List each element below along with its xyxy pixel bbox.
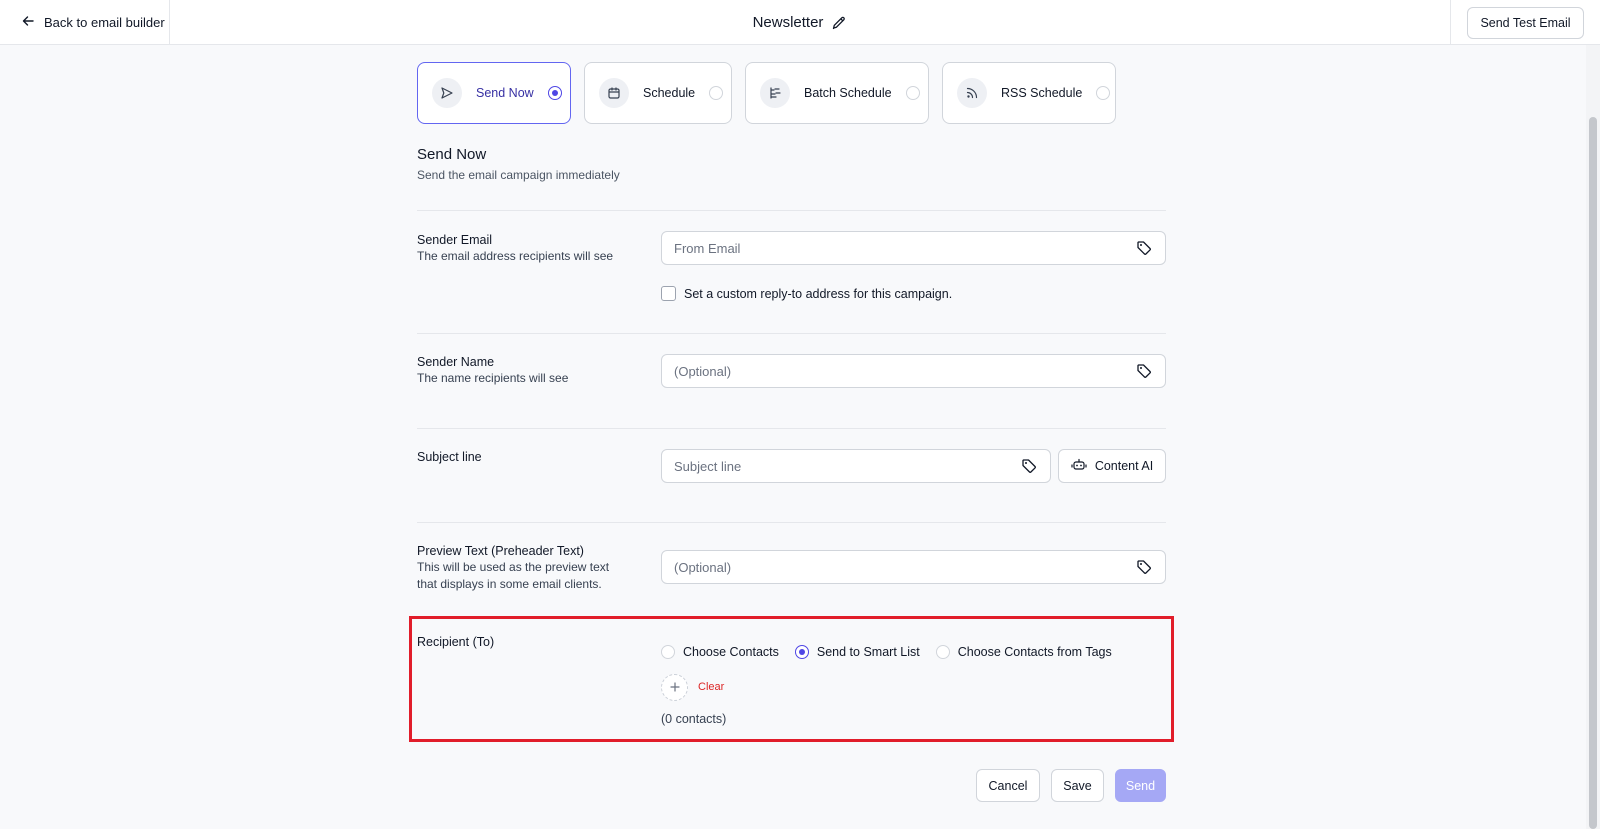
divider	[417, 333, 1166, 334]
plus-icon	[669, 679, 680, 697]
recipient-option-tags[interactable]: Choose Contacts from Tags	[935, 645, 1112, 659]
mode-radio[interactable]	[709, 86, 724, 100]
reply-to-option[interactable]: Set a custom reply-to address for this c…	[661, 286, 952, 301]
recipient-option-choose-contacts[interactable]: Choose Contacts	[661, 645, 779, 659]
divider	[417, 210, 1166, 211]
page-title: Newsletter	[752, 14, 824, 31]
top-bar: Back to email builder Newsletter Send Te…	[0, 0, 1600, 45]
tag-icon[interactable]	[1135, 558, 1153, 576]
preview-text-field[interactable]: (Optional)	[661, 550, 1166, 584]
back-label: Back to email builder	[44, 15, 165, 30]
batch-icon	[760, 78, 790, 108]
preview-text-description: This will be used as the preview text th…	[417, 560, 610, 591]
section-title: Send Now	[417, 146, 487, 163]
pencil-icon[interactable]	[831, 15, 847, 31]
send-button[interactable]: Send	[1115, 769, 1166, 802]
send-test-email-button[interactable]: Send Test Email	[1467, 6, 1584, 39]
tag-icon[interactable]	[1020, 457, 1038, 475]
sender-name-field[interactable]: (Optional)	[661, 354, 1166, 388]
tag-icon[interactable]	[1135, 362, 1153, 380]
save-button[interactable]: Save	[1051, 769, 1104, 802]
divider	[417, 522, 1166, 523]
mode-card-rss-schedule[interactable]: RSS Schedule	[942, 62, 1116, 124]
sender-name-label: Sender Name	[417, 355, 495, 369]
recipient-radio[interactable]	[935, 645, 950, 659]
divider	[417, 428, 1166, 429]
mode-label: Send Now	[476, 86, 534, 100]
mode-label: Schedule	[643, 86, 696, 100]
mode-radio[interactable]	[547, 86, 562, 100]
mode-radio[interactable]	[905, 86, 920, 100]
sender-name-description: The name recipients will see	[417, 371, 569, 385]
calendar-icon	[599, 78, 629, 108]
recipient-option-label: Choose Contacts from Tags	[957, 645, 1112, 659]
clear-link[interactable]: Clear	[698, 681, 724, 693]
mode-card-send-now[interactable]: Send Now	[417, 62, 571, 124]
subject-field[interactable]: Subject line	[661, 449, 1051, 483]
send-icon	[432, 78, 462, 108]
back-to-builder-button[interactable]: Back to email builder	[0, 0, 170, 45]
recipient-option-smart-list[interactable]: Send to Smart List	[794, 645, 920, 659]
mode-card-batch-schedule[interactable]: Batch Schedule	[745, 62, 929, 124]
subject-label: Subject line	[417, 450, 482, 464]
recipient-label: Recipient (To)	[417, 635, 495, 649]
scrollbar[interactable]	[1586, 45, 1600, 829]
recipient-radio[interactable]	[661, 645, 675, 659]
add-smart-list-button[interactable]	[661, 674, 688, 701]
content-ai-label: Content AI	[1094, 459, 1154, 473]
sender-email-label: Sender Email	[417, 233, 493, 247]
sender-email-description: The email address recipients will see	[417, 249, 614, 263]
mode-label: Batch Schedule	[804, 86, 892, 100]
mode-label: RSS Schedule	[1001, 86, 1083, 100]
cancel-button[interactable]: Cancel	[976, 769, 1040, 802]
recipient-option-label: Choose Contacts	[683, 645, 779, 659]
mode-radio[interactable]	[1096, 86, 1111, 100]
section-subtitle: Send the email campaign immediately	[417, 168, 620, 182]
preview-text-label: Preview Text (Preheader Text)	[417, 544, 584, 558]
recipient-radio[interactable]	[794, 645, 809, 659]
preview-text-placeholder: (Optional)	[674, 559, 732, 575]
robot-icon	[1071, 458, 1087, 475]
contacts-count: (0 contacts)	[661, 712, 727, 726]
subject-placeholder: Subject line	[674, 458, 742, 474]
recipient-options: Choose Contacts Send to Smart List Choos…	[661, 645, 1112, 659]
mode-card-schedule[interactable]: Schedule	[584, 62, 732, 124]
sender-email-field[interactable]: From Email	[661, 231, 1166, 265]
reply-to-checkbox[interactable]	[661, 286, 676, 301]
scrollbar-thumb[interactable]	[1589, 117, 1597, 829]
sender-email-placeholder: From Email	[674, 240, 741, 256]
recipient-option-label: Send to Smart List	[816, 645, 920, 659]
content-ai-button[interactable]: Content AI	[1058, 449, 1166, 483]
tag-icon[interactable]	[1135, 239, 1153, 257]
recipient-highlight-box	[409, 616, 1174, 742]
send-mode-selector: Send Now Schedule Batch Schedule RSS Sch…	[417, 62, 1116, 124]
arrow-left-icon	[22, 15, 34, 30]
sender-name-placeholder: (Optional)	[674, 363, 732, 379]
reply-to-label: Set a custom reply-to address for this c…	[684, 286, 953, 301]
rss-icon	[957, 78, 987, 108]
